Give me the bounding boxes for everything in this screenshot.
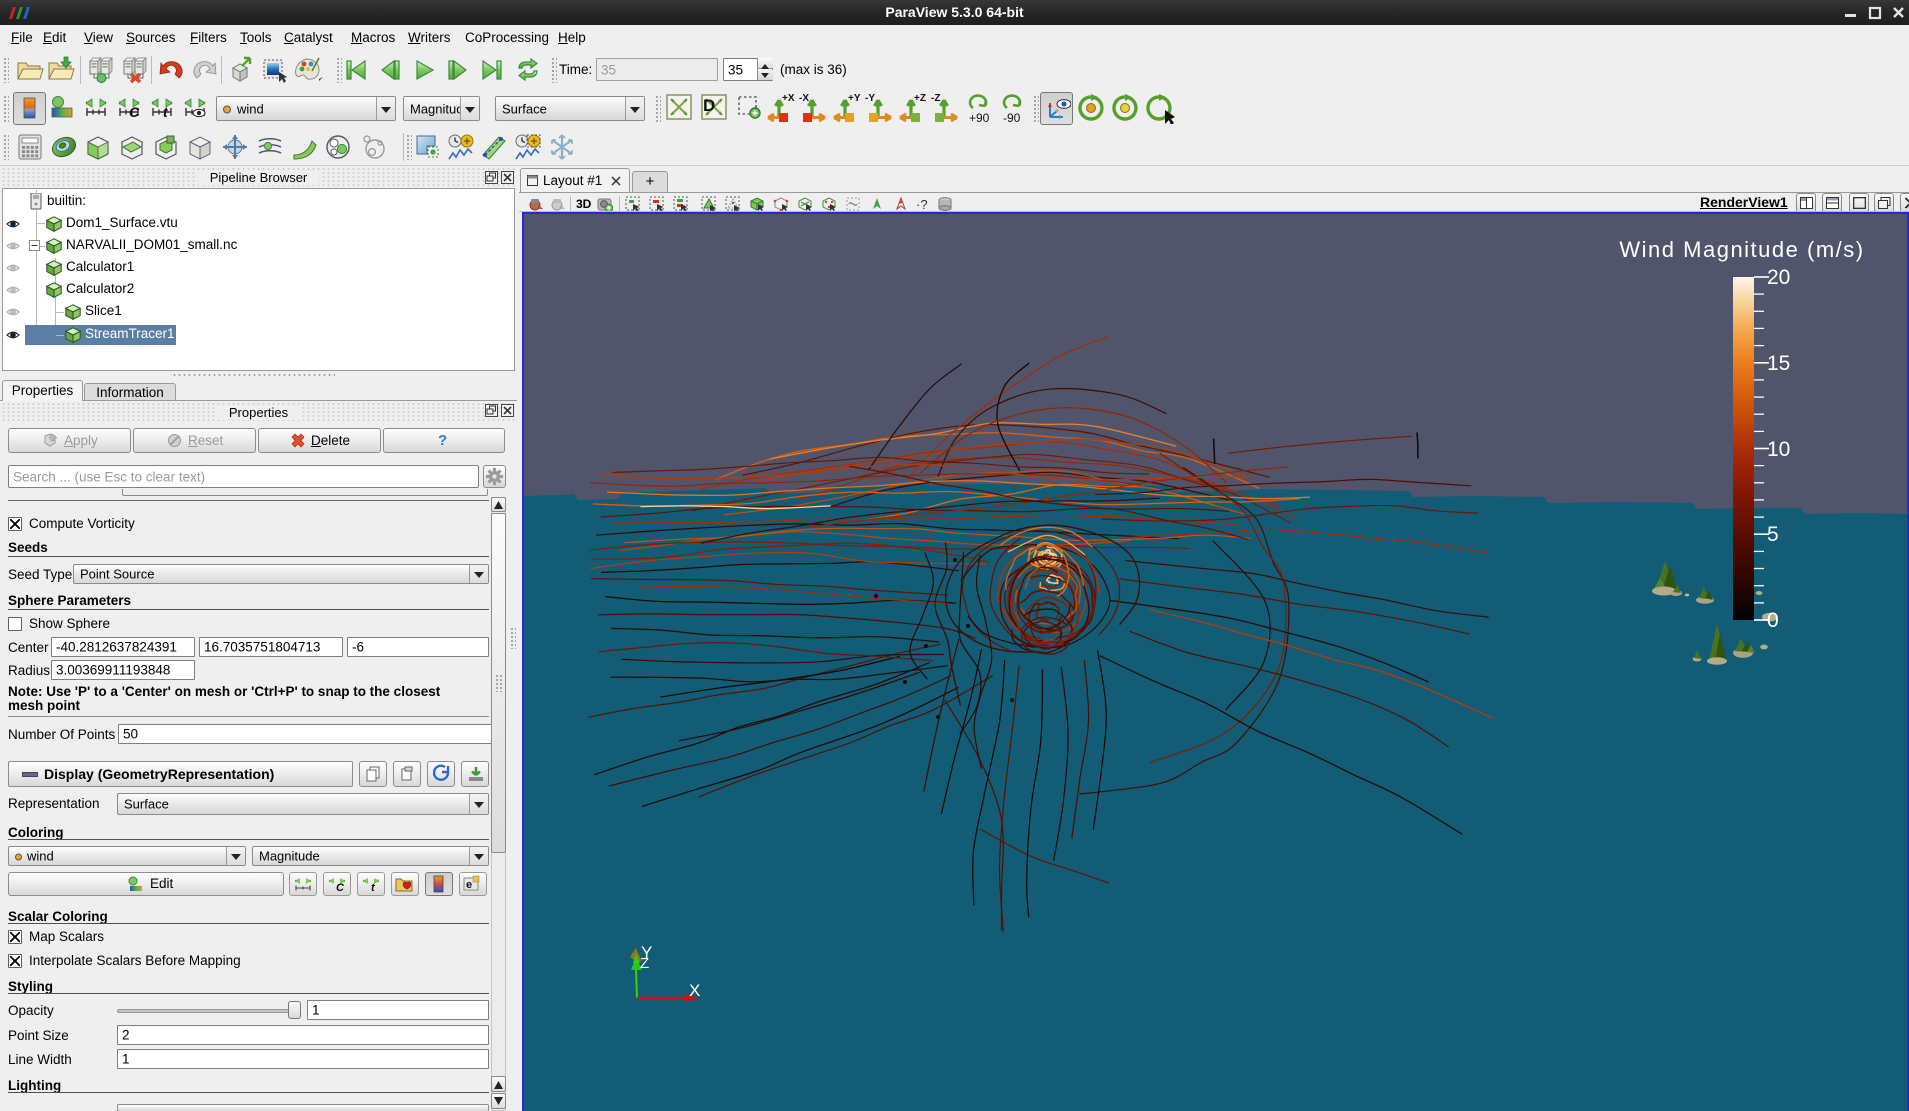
svg-text:20: 20 xyxy=(1767,266,1790,289)
svg-text:10: 10 xyxy=(1767,438,1790,461)
svg-text:D: D xyxy=(703,96,715,115)
svg-text:Z: Z xyxy=(640,955,649,972)
svg-text:+X: +X xyxy=(782,93,795,104)
svg-text:0: 0 xyxy=(1767,609,1779,632)
svg-text:15: 15 xyxy=(1767,352,1790,375)
svg-text:e: e xyxy=(466,879,472,891)
svg-text:-Z: -Z xyxy=(931,93,940,104)
svg-text:+90: +90 xyxy=(969,111,990,124)
svg-text:Wind Magnitude (m/s): Wind Magnitude (m/s) xyxy=(1619,237,1864,262)
svg-text:C: C xyxy=(129,104,140,119)
svg-text:·?: ·? xyxy=(916,197,928,212)
svg-text:-X: -X xyxy=(799,93,809,104)
svg-text:X: X xyxy=(689,981,700,1000)
svg-text:+Y: +Y xyxy=(848,93,861,104)
svg-text:C: C xyxy=(336,882,345,892)
svg-text:5: 5 xyxy=(1767,523,1779,546)
svg-text:+Z: +Z xyxy=(914,93,926,104)
svg-text:-90: -90 xyxy=(1003,111,1021,124)
svg-text:t: t xyxy=(371,882,376,892)
svg-text:-Y: -Y xyxy=(865,93,875,104)
